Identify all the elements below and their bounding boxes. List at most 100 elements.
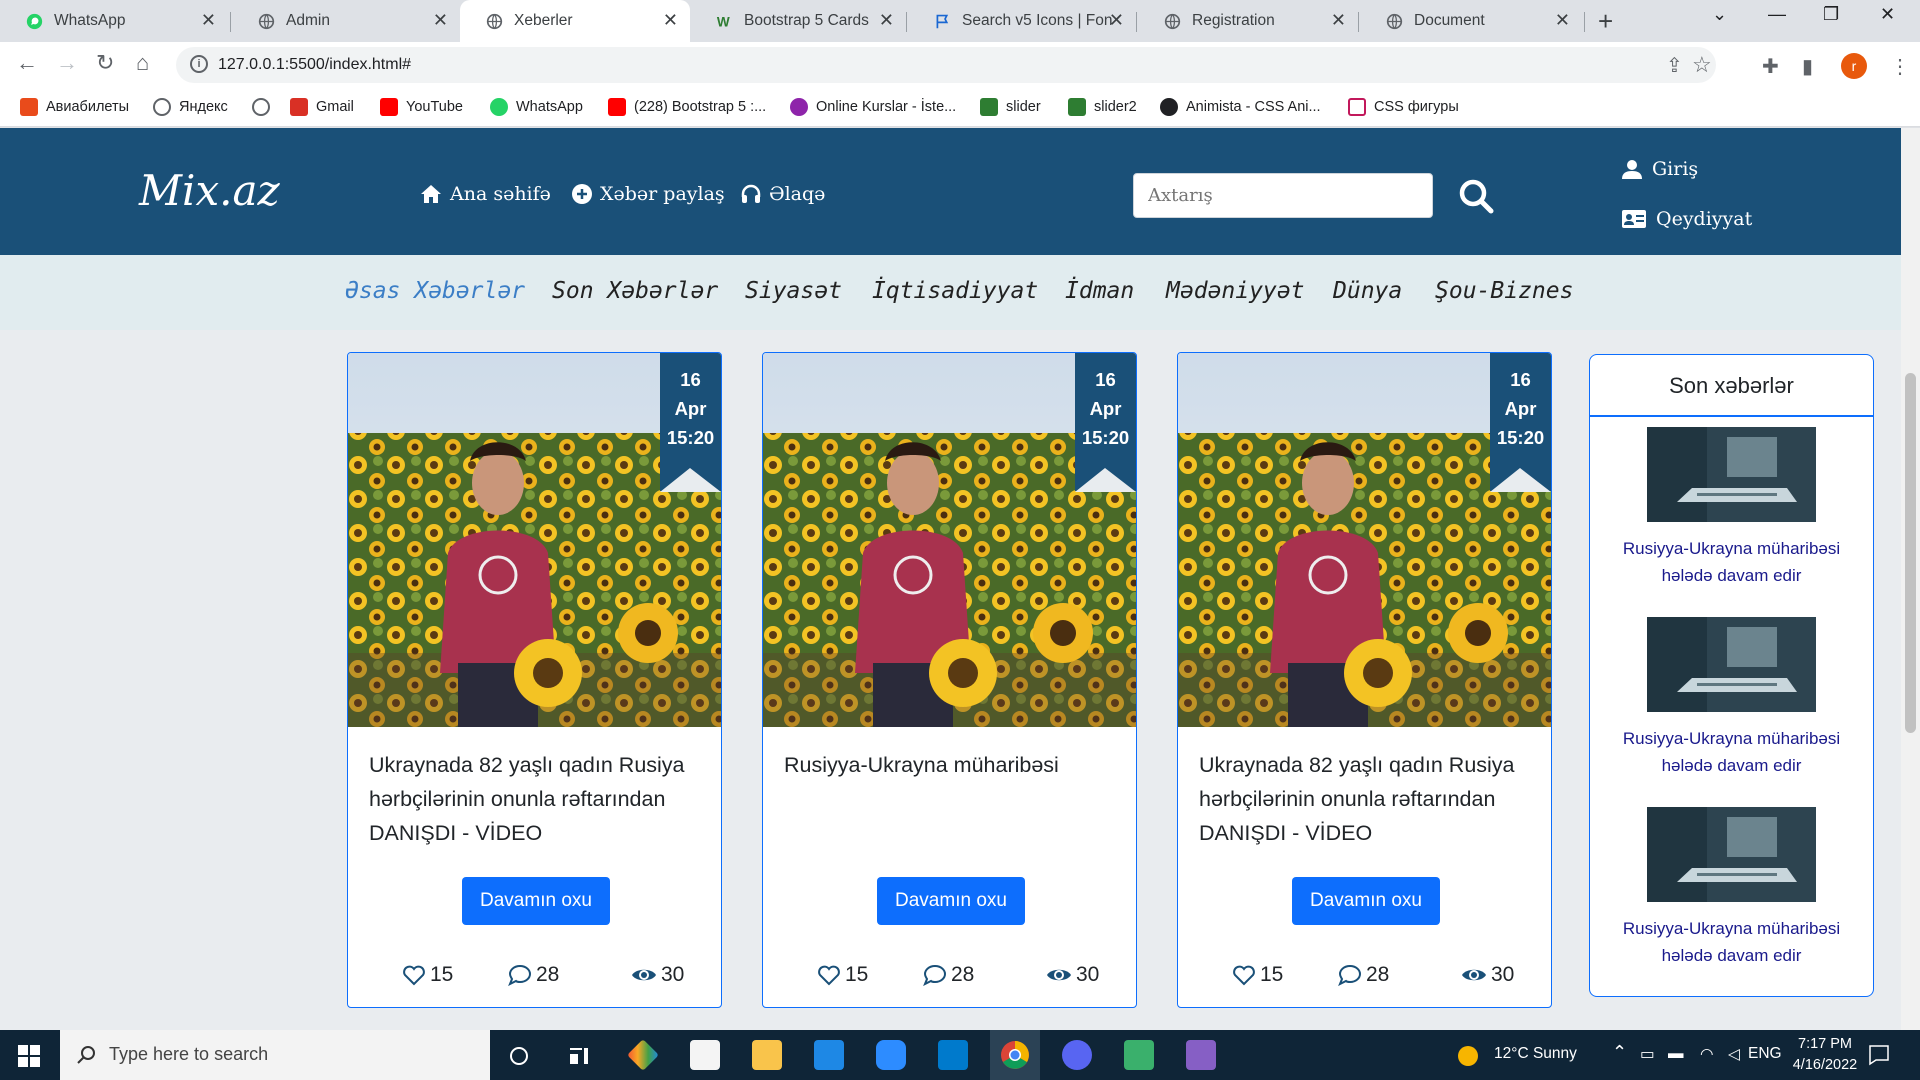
close-icon[interactable]: ✕	[879, 10, 894, 31]
taskbar-search[interactable]: Type here to search	[60, 1030, 490, 1080]
page-scrollbar[interactable]	[1901, 128, 1920, 1030]
task-view-icon[interactable]	[508, 1045, 530, 1067]
close-icon[interactable]: ✕	[1109, 10, 1124, 31]
forward-button[interactable]: →	[56, 50, 78, 76]
profile-avatar[interactable]: r	[1841, 53, 1867, 79]
category-dunya[interactable]: Dünya	[1333, 278, 1402, 304]
close-icon[interactable]: ✕	[433, 10, 448, 31]
sidebar-news-image[interactable]	[1647, 617, 1816, 712]
volume-icon[interactable]: ◁	[1728, 1045, 1740, 1064]
widgets-icon[interactable]	[568, 1045, 590, 1067]
bookmark-gmail[interactable]: Gmail	[290, 98, 354, 116]
search-input[interactable]	[1133, 173, 1433, 218]
bookmark-slider2[interactable]: slider2	[1068, 98, 1137, 116]
sidebar-news-image[interactable]	[1647, 427, 1816, 522]
read-more-button[interactable]: Davamın oxu	[1292, 877, 1440, 925]
extensions-icon[interactable]: ✚	[1762, 54, 1779, 79]
address-bar[interactable]: i 127.0.0.1:5500/index.html# ⇪ ☆	[176, 47, 1716, 83]
bookmark-youtube[interactable]: YouTube	[380, 98, 463, 116]
comments-stat[interactable]: 28	[923, 963, 974, 987]
minimize-button[interactable]: —	[1768, 4, 1786, 25]
close-window-button[interactable]: ✕	[1880, 4, 1895, 25]
bookmark-globe[interactable]	[252, 98, 270, 116]
notifications-icon[interactable]	[1868, 1044, 1890, 1066]
nav-contact[interactable]: Əlaqə	[741, 183, 825, 205]
store-icon[interactable]	[690, 1040, 720, 1070]
tab-xeberler[interactable]: Xeberler ✕	[460, 0, 690, 42]
bookmark-bootstrap[interactable]: (228) Bootstrap 5 :...	[608, 98, 766, 116]
menu-icon[interactable]: ⋮	[1890, 54, 1910, 79]
git-kraken-icon[interactable]	[627, 1039, 659, 1071]
category-esas-xeberler[interactable]: Əsas Xəbərlər	[345, 278, 525, 304]
bookmark-aviabilety[interactable]: Авиабилеты	[20, 98, 129, 116]
close-icon[interactable]: ✕	[201, 10, 216, 31]
bookmark-online-kurslar[interactable]: Online Kurslar - İste...	[790, 98, 956, 116]
close-icon[interactable]: ✕	[663, 10, 678, 31]
bookmark-css-figury[interactable]: CSS фигуры	[1348, 98, 1459, 116]
likes-stat[interactable]: 15	[402, 963, 453, 987]
wifi-icon[interactable]: ◠	[1700, 1045, 1714, 1064]
weather-text[interactable]: 12°C Sunny	[1494, 1045, 1577, 1063]
mail-icon[interactable]	[814, 1040, 844, 1070]
star-icon[interactable]: ☆	[1692, 52, 1712, 78]
tab-whatsapp[interactable]: WhatsApp ✕	[0, 0, 228, 42]
reload-button[interactable]: ↻	[96, 50, 114, 76]
likes-stat[interactable]: 15	[1232, 963, 1283, 987]
windows-start-icon[interactable]	[18, 1045, 40, 1067]
read-more-button[interactable]: Davamın oxu	[462, 877, 610, 925]
clock[interactable]: 7:17 PM 4/16/2022	[1780, 1034, 1870, 1076]
likes-stat[interactable]: 15	[817, 963, 868, 987]
nav-home[interactable]: Ana səhifə	[420, 183, 551, 205]
category-idman[interactable]: İdman	[1065, 278, 1134, 304]
news-title[interactable]: Ukraynada 82 yaşlı qadın Rusiya hərbçilə…	[1199, 748, 1534, 850]
bookmark-yandex[interactable]: Яндекс	[153, 98, 228, 116]
home-button[interactable]: ⌂	[136, 50, 149, 76]
news-title[interactable]: Rusiyya-Ukrayna müharibəsi	[784, 748, 1119, 782]
sidebar-news-link[interactable]: Rusiyya-Ukrayna müharibəsi hələdə davam …	[1600, 535, 1863, 589]
bookmark-whatsapp[interactable]: WhatsApp	[490, 98, 583, 116]
scrollbar-thumb[interactable]	[1905, 373, 1916, 733]
discord-icon[interactable]	[1062, 1040, 1092, 1070]
language-indicator[interactable]: ENG	[1748, 1045, 1782, 1063]
side-panel-icon[interactable]: ▮	[1802, 54, 1813, 79]
zoom-icon[interactable]	[876, 1040, 906, 1070]
tab-search-icon[interactable]: ⌄	[1712, 4, 1727, 25]
site-logo[interactable]: Mix.az	[139, 166, 280, 215]
maximize-button[interactable]: ❐	[1823, 4, 1839, 25]
sidebar-news-image[interactable]	[1647, 807, 1816, 902]
category-medeniyyet[interactable]: Mədəniyyət	[1166, 278, 1304, 304]
category-son-xeberler[interactable]: Son Xəbərlər	[552, 278, 718, 304]
login-link[interactable]: Giriş	[1622, 158, 1698, 180]
battery-icon[interactable]: ▬	[1668, 1045, 1684, 1063]
close-icon[interactable]: ✕	[1555, 10, 1570, 31]
search-icon[interactable]	[1456, 176, 1496, 216]
site-info-icon[interactable]: i	[190, 55, 208, 73]
tab-document[interactable]: Document ✕	[1360, 0, 1582, 42]
tab-bootstrap-cards[interactable]: W Bootstrap 5 Cards ✕	[690, 0, 906, 42]
category-iqtisadiyyat[interactable]: İqtisadiyyat	[872, 278, 1038, 304]
bookmark-animista[interactable]: Animista - CSS Ani...	[1160, 98, 1321, 116]
tab-admin[interactable]: Admin ✕	[232, 0, 460, 42]
visual-studio-icon[interactable]	[1186, 1040, 1216, 1070]
tab-registration[interactable]: Registration ✕	[1138, 0, 1358, 42]
news-title[interactable]: Ukraynada 82 yaşlı qadın Rusiya hərbçilə…	[369, 748, 704, 850]
tab-font-awesome[interactable]: Search v5 Icons | Font ✕	[908, 0, 1136, 42]
chrome-icon[interactable]	[1000, 1040, 1030, 1070]
category-sou-biznes[interactable]: Şou-Biznes	[1435, 278, 1573, 304]
sidebar-news-link[interactable]: Rusiyya-Ukrayna müharibəsi hələdə davam …	[1600, 915, 1863, 969]
read-more-button[interactable]: Davamın oxu	[877, 877, 1025, 925]
puzzle-app-icon[interactable]	[1124, 1040, 1154, 1070]
network-icon[interactable]: ▭	[1640, 1045, 1655, 1064]
comments-stat[interactable]: 28	[508, 963, 559, 987]
vscode-icon[interactable]	[938, 1040, 968, 1070]
bookmark-slider[interactable]: slider	[980, 98, 1041, 116]
close-icon[interactable]: ✕	[1331, 10, 1346, 31]
back-button[interactable]: ←	[16, 50, 38, 76]
share-icon[interactable]: ⇪	[1666, 53, 1683, 78]
category-siyaset[interactable]: Siyasət	[745, 278, 842, 304]
register-link[interactable]: Qeydiyyat	[1622, 208, 1752, 230]
new-tab-button[interactable]: +	[1598, 6, 1613, 37]
sidebar-news-link[interactable]: Rusiyya-Ukrayna müharibəsi hələdə davam …	[1600, 725, 1863, 779]
nav-share-news[interactable]: Xəbər paylaş	[572, 183, 725, 205]
tray-chevron-icon[interactable]: ⌃	[1612, 1042, 1627, 1063]
